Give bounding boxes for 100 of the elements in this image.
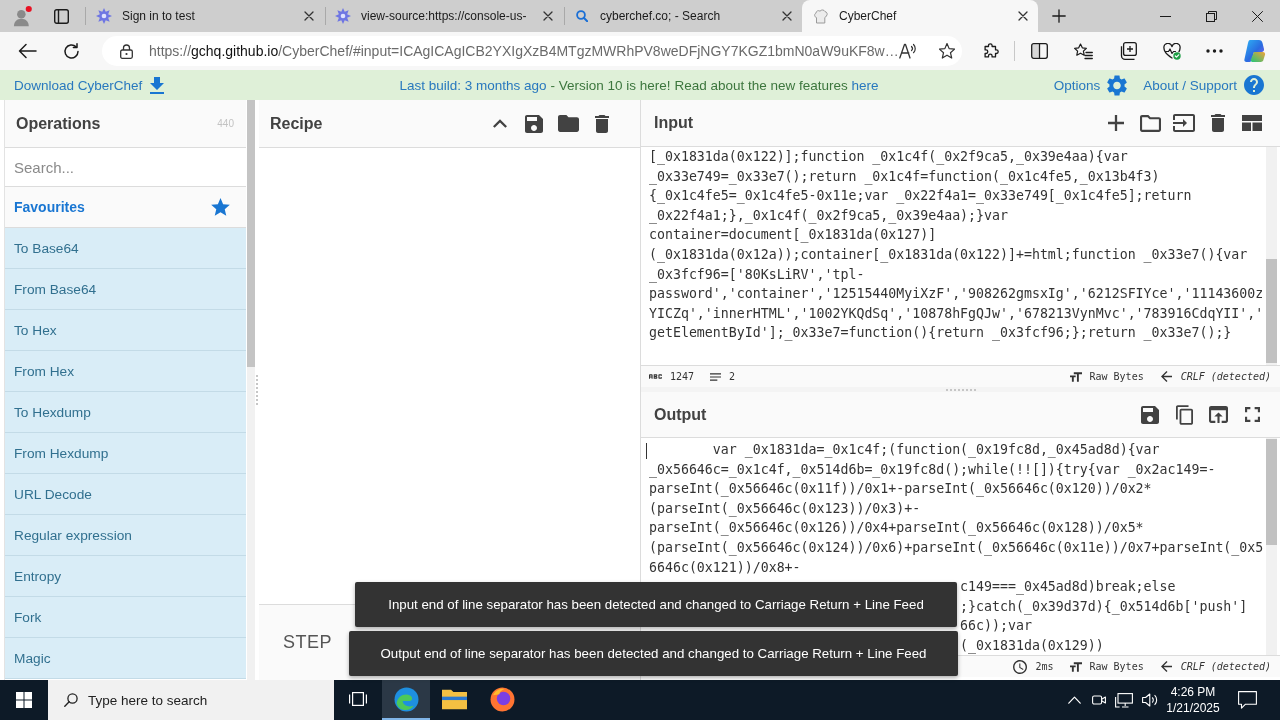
operation-item[interactable]: To Hexdump xyxy=(5,392,246,433)
left-arrow-icon xyxy=(1159,661,1173,672)
encoding-label[interactable]: Raw Bytes xyxy=(1089,661,1144,672)
import-icon[interactable] xyxy=(1173,114,1195,132)
restore-icon[interactable] xyxy=(1205,10,1217,22)
clock-time[interactable]: 4:26 PM xyxy=(1170,684,1216,700)
save-icon[interactable] xyxy=(525,114,543,133)
encoding-label[interactable]: Raw Bytes xyxy=(1089,371,1144,382)
volume-icon[interactable] xyxy=(1142,693,1158,707)
category-header[interactable]: Favourites xyxy=(5,187,246,228)
scrollbar-thumb[interactable] xyxy=(1266,259,1277,363)
left-arrow-icon xyxy=(1159,371,1173,382)
folder-icon[interactable] xyxy=(1139,114,1161,132)
operation-item[interactable]: Magic xyxy=(5,638,246,679)
about-support-button[interactable]: About / Support xyxy=(1143,75,1264,95)
operation-item[interactable]: To Hex xyxy=(5,310,246,351)
download-icon xyxy=(150,76,165,94)
code-line: (parseInt(_0x56646c(0x123))/0x3)+- xyxy=(649,499,921,519)
close-icon[interactable] xyxy=(543,11,553,21)
scrollbar-thumb[interactable] xyxy=(247,100,255,367)
code-line: (_0x1831da(0x129)) xyxy=(960,636,1104,655)
layout-icon[interactable] xyxy=(1242,115,1262,131)
heart-pulse-icon[interactable] xyxy=(1163,42,1181,60)
minimize-icon[interactable] xyxy=(1159,15,1171,17)
plus-icon[interactable] xyxy=(1052,9,1066,23)
resize-handle[interactable] xyxy=(945,388,976,391)
puzzle-icon[interactable] xyxy=(983,42,1000,60)
text-size-icon xyxy=(1069,661,1082,672)
ribbon-icon[interactable] xyxy=(1243,39,1267,63)
eol-label[interactable]: CRLF (detected) xyxy=(1180,371,1271,382)
operation-item[interactable]: Fork xyxy=(5,597,246,638)
options-button[interactable]: Options xyxy=(1053,74,1128,96)
save-icon[interactable] xyxy=(1141,405,1159,424)
lock-icon[interactable] xyxy=(120,43,133,59)
operation-item[interactable]: From Hex xyxy=(5,351,246,392)
close-icon[interactable] xyxy=(1018,11,1028,21)
folder-icon[interactable] xyxy=(557,115,579,132)
bake-time: 2ms xyxy=(1035,661,1054,672)
trash-icon[interactable] xyxy=(595,114,609,133)
letters-icon xyxy=(649,374,662,379)
search-icon xyxy=(64,693,78,707)
star-icon[interactable] xyxy=(938,43,955,59)
read-aloud-icon[interactable] xyxy=(898,43,916,59)
plus-icon[interactable] xyxy=(1108,115,1124,131)
close-icon[interactable] xyxy=(304,11,314,21)
windows-logo-icon[interactable] xyxy=(16,692,32,708)
open-in-window-icon[interactable] xyxy=(1208,406,1228,423)
camera-icon[interactable] xyxy=(1092,693,1106,707)
code-line: _0x56646c=_0x1c4f,_0x514d6b=_0x19fc8d();while(!![]){try{var _0x2ac149=- xyxy=(649,460,1216,480)
code-line: parseInt(_0x56646c(0x126))/0x4+parseInt(_0x56646c(0x128))/0x5* xyxy=(649,519,1144,538)
code-line: (parseInt(_0x56646c(0x124))/0x6)+parseInt(_0x56646c(0x11e))/0x7+parseInt(_0x5 xyxy=(649,538,1264,558)
tab-actions-icon[interactable] xyxy=(54,8,69,24)
notification-toast: Output end of line separator has been detected and changed to Carriage Return + Line Feed xyxy=(349,631,958,676)
address-field[interactable]: https://gchq.github.io/CyberChef/#input=ICAgICAgICB2YXIgXzB4MTgzMWRhPV8weDFjNGY7KGZ1bmN0aW9uKF8w… xyxy=(102,36,962,66)
close-icon[interactable] xyxy=(1251,10,1263,22)
back-arrow-icon[interactable] xyxy=(18,43,37,59)
chef-hat-icon xyxy=(813,8,829,24)
browser-tab[interactable]: cyberchef.co; - Search xyxy=(566,0,802,32)
close-icon[interactable] xyxy=(782,11,792,21)
split-screen-icon[interactable] xyxy=(1031,43,1048,59)
fullscreen-icon[interactable] xyxy=(1244,407,1260,422)
panel-title: Recipe xyxy=(270,114,323,133)
trash-icon[interactable] xyxy=(1211,114,1225,132)
operation-item[interactable]: To Base64 xyxy=(5,228,246,269)
code-line: c149===_0x45ad8d)break;else xyxy=(960,578,1176,597)
help-icon xyxy=(1244,75,1264,95)
profile-avatar-icon[interactable] xyxy=(13,5,32,27)
resize-handle[interactable] xyxy=(256,375,258,405)
download-link[interactable]: Download CyberChef xyxy=(14,76,165,94)
task-view-icon xyxy=(349,692,367,706)
browser-tab[interactable]: CyberChef xyxy=(802,0,1038,32)
operation-item[interactable]: Regular expression xyxy=(5,515,246,556)
favorites-icon[interactable] xyxy=(1074,42,1093,60)
code-line: _0x22f4a1;},_0x1c4f(_0x2f9ca5,_0x39e4aa);}var xyxy=(649,206,1008,226)
operation-item[interactable]: From Base64 xyxy=(5,269,246,310)
code-line: getElementById'];_0x33e7=function(){return _0x3fcf96;};return _0x33e7();} xyxy=(649,324,1232,343)
refresh-icon[interactable] xyxy=(63,42,80,60)
taskbar-search[interactable]: Type here to search xyxy=(48,680,334,720)
starburst-icon xyxy=(335,8,351,24)
clock-date[interactable]: 1/21/2025 xyxy=(1166,700,1220,716)
speech-bubble-icon[interactable] xyxy=(1238,691,1257,709)
copy-icon[interactable] xyxy=(1175,404,1193,425)
network-icon[interactable] xyxy=(1115,692,1133,708)
chevron-up-icon[interactable] xyxy=(493,119,507,128)
browser-tab[interactable]: view-source:https://console-us- xyxy=(327,0,563,32)
text-size-icon xyxy=(1069,371,1082,382)
scrollbar-thumb[interactable] xyxy=(1266,439,1277,545)
taskbar-button[interactable] xyxy=(382,680,430,720)
operation-item[interactable]: From Hexdump xyxy=(5,433,246,474)
features-link[interactable]: here xyxy=(851,77,879,93)
operation-item[interactable]: URL Decode xyxy=(5,474,246,515)
operation-item[interactable]: Entropy xyxy=(5,556,246,597)
eol-label[interactable]: CRLF (detected) xyxy=(1180,661,1271,672)
chevron-up-icon[interactable] xyxy=(1068,696,1081,704)
step-button[interactable]: STEP xyxy=(283,628,332,657)
collections-icon[interactable] xyxy=(1119,42,1137,60)
more-icon[interactable] xyxy=(1206,49,1223,53)
code-line: {_0x1c4fe5=_0x1c4fe5-0x11e;var _0x22f4a1=_0x33e749[_0x1c4fe5];return xyxy=(649,187,1192,206)
clock-icon xyxy=(1013,659,1028,674)
browser-tab[interactable]: Sign in to test xyxy=(88,0,324,32)
